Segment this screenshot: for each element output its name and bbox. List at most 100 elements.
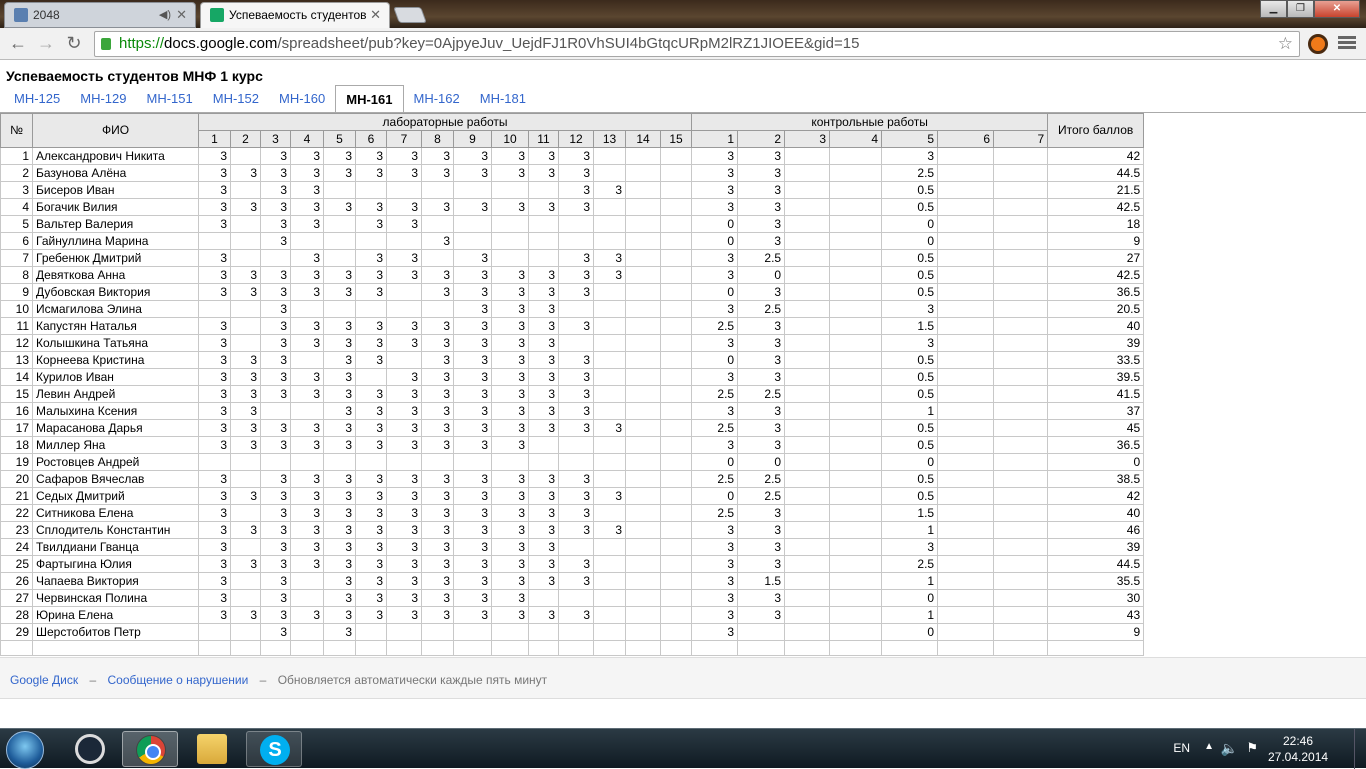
action-center-icon[interactable]: ⚑ [1246,740,1258,756]
extension-icon[interactable] [1308,34,1328,54]
lab-score [386,623,422,641]
lab-score [491,623,529,641]
total-score: 35.5 [1047,572,1145,590]
grade-table: № ФИО лабораторные работы контрольные ра… [0,113,1145,656]
lab-score: 3 [355,538,387,556]
lab-score: 3 [453,249,492,267]
test-score: 3 [737,351,786,369]
total-score: 21.5 [1047,181,1145,199]
sheet-tab[interactable]: МН-181 [470,85,536,113]
lab-score [230,623,261,641]
sheet-tab[interactable]: МН-161 [335,85,404,113]
tab-title: Успеваемость студентов [229,8,367,22]
minimize-button[interactable]: ▁ [1260,0,1287,18]
lab-score: 3 [323,538,356,556]
test-score: 1.5 [881,504,939,522]
test-score [784,572,831,590]
lab-score: 3 [386,521,422,539]
lab-score [625,419,661,437]
sheet-tab[interactable]: МН-162 [404,85,470,113]
test-score: 3 [737,181,786,199]
header-test-number: 3 [784,130,831,148]
table-row: 19 Ростовцев Андрей 0 0 0 0 [0,453,1145,471]
volume-icon[interactable]: 🔈 [1221,740,1238,757]
lab-score [290,572,324,590]
lab-score: 3 [323,436,356,454]
sheet-tab[interactable]: МН-160 [269,85,335,113]
lab-score [528,215,559,233]
menu-icon[interactable] [1338,34,1356,54]
maximize-button[interactable]: ❐ [1287,0,1314,18]
lab-score: 3 [355,249,387,267]
lab-score: 3 [558,385,594,403]
google-drive-link[interactable]: Google Диск [10,673,78,687]
header-tests-group: контрольные работы [691,113,1049,131]
lab-score: 3 [491,147,529,165]
test-score [993,317,1049,335]
lab-score: 3 [198,317,231,335]
lab-score [593,232,626,250]
lab-score [593,300,626,318]
row-number: 5 [0,215,33,233]
tab-spreadsheet[interactable]: Успеваемость студентов ✕ [200,2,390,29]
taskbar-explorer[interactable] [184,731,240,767]
sheet-tab[interactable]: МН-129 [70,85,136,113]
report-abuse-link[interactable]: Сообщение о нарушении [107,673,248,687]
row-number: 9 [0,283,33,301]
student-name: Червинская Полина [32,589,199,607]
start-button[interactable] [6,731,44,769]
sheet-tab[interactable]: МН-152 [203,85,269,113]
clock-date[interactable]: 27.04.2014 [1268,750,1328,764]
lab-score [260,249,291,267]
close-tab-icon[interactable]: ✕ [370,3,381,27]
lab-score [230,538,261,556]
speaker-icon[interactable]: ◀) [159,3,171,27]
close-tab-icon[interactable]: ✕ [176,3,187,27]
test-score [993,606,1049,624]
back-icon[interactable]: ← [6,32,30,56]
close-window-button[interactable]: ✕ [1314,0,1360,18]
tray-expand-icon[interactable]: ▲ [1204,741,1214,752]
lab-score [386,300,422,318]
lab-score: 3 [528,147,559,165]
lab-score: 3 [323,572,356,590]
bookmark-star-icon[interactable]: ☆ [1278,32,1293,56]
lab-score [290,300,324,318]
lab-score [558,453,594,471]
tab-2048[interactable]: 2048 ◀) ✕ [4,2,196,28]
lab-score [421,453,454,471]
sheet-tab[interactable]: МН-151 [137,85,203,113]
new-tab-button[interactable] [393,7,427,23]
address-bar[interactable]: https://docs.google.com/spreadsheet/pub?… [94,31,1300,57]
lab-score [659,334,693,352]
lab-score: 3 [558,198,594,216]
lab-score [290,589,324,607]
test-score [784,402,831,420]
lab-score: 3 [386,538,422,556]
lab-score [290,232,324,250]
clock-time[interactable]: 22:46 [1268,734,1328,748]
student-name: Гайнуллина Марина [32,232,199,250]
reload-icon[interactable]: ↻ [62,32,86,56]
test-score [937,402,995,420]
lab-score: 3 [421,402,454,420]
sheet-tab[interactable]: МН-125 [4,85,70,113]
lab-score: 3 [198,402,231,420]
lab-score: 3 [558,555,594,573]
lab-score: 3 [453,300,492,318]
lab-score [491,215,529,233]
student-name: Юрина Елена [32,606,199,624]
empty-cell [453,640,492,656]
forward-icon[interactable]: → [34,32,58,56]
taskbar-steam[interactable] [62,731,118,767]
table-row: 27 Червинская Полина 3 3 3 3 3 3 3 3 3 3 0 30 [0,589,1145,607]
lab-score: 3 [290,538,324,556]
language-indicator[interactable]: EN [1173,741,1190,755]
taskbar-skype[interactable]: S [246,731,302,767]
taskbar-chrome[interactable] [122,731,178,767]
header-lab-number: 14 [625,130,661,148]
show-desktop-button[interactable] [1354,729,1366,769]
lab-score [593,589,626,607]
test-score [993,555,1049,573]
lab-score [593,623,626,641]
